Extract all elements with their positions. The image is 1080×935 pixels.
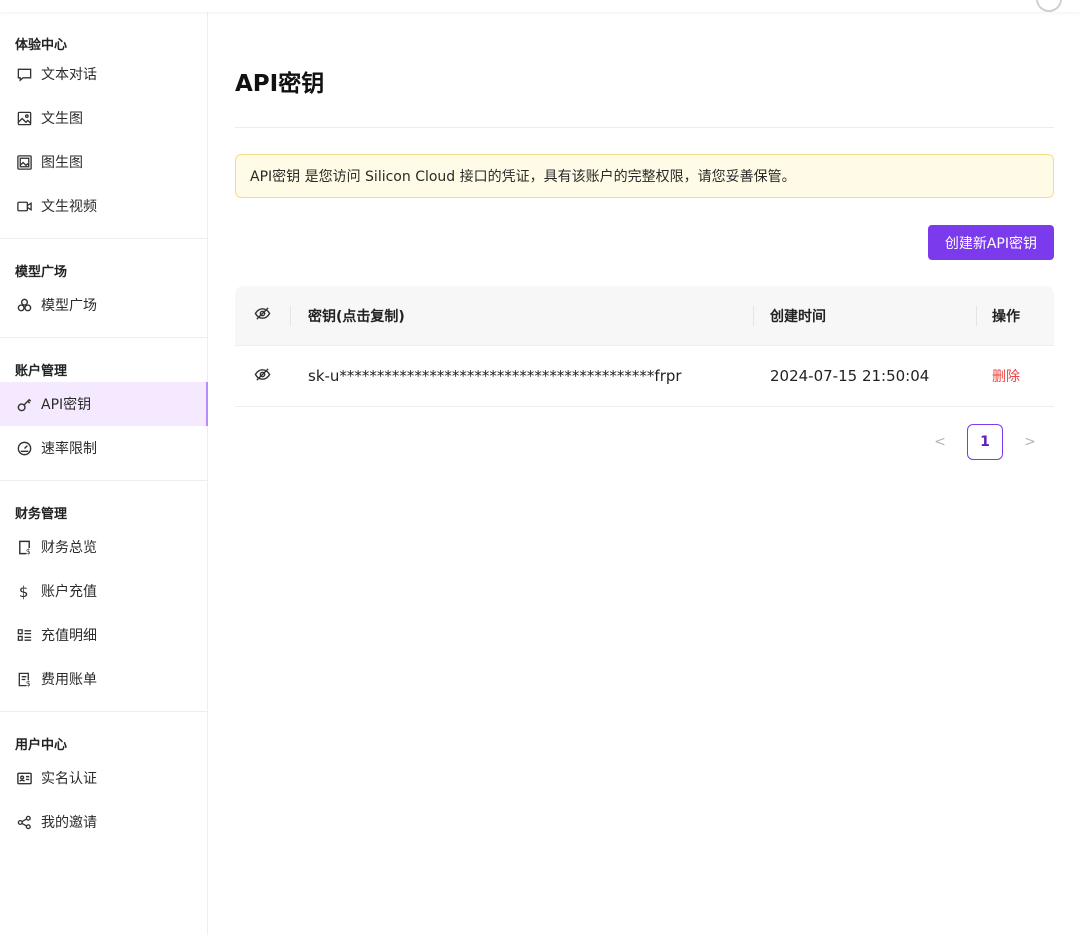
create-api-key-button[interactable]: 创建新API密钥	[927, 225, 1054, 260]
avatar[interactable]	[1036, 0, 1062, 12]
share-icon	[15, 813, 33, 831]
sidebar-item-label: 费用账单	[41, 672, 97, 688]
sidebar-item-label: 图生图	[41, 155, 83, 171]
sidebar-item-recharge[interactable]: $ 账户充值	[0, 569, 207, 613]
api-key-table: 密钥(点击复制) 创建时间 操作 sk-u*******************…	[235, 286, 1054, 407]
main-content: API密钥 API密钥 是您访问 Silicon Cloud 接口的凭证，具有该…	[235, 12, 1054, 460]
sidebar-item-model-square[interactable]: 模型广场	[0, 283, 207, 327]
sidebar-item-label: 文生图	[41, 111, 83, 127]
table-header: 密钥(点击复制) 创建时间 操作	[235, 286, 1054, 346]
billing-doc-icon: $	[15, 538, 33, 556]
toggle-key-visibility[interactable]	[235, 346, 290, 406]
sidebar-item-billing[interactable]: $ 费用账单	[0, 657, 207, 701]
header-key: 密钥(点击复制)	[290, 286, 753, 345]
delete-key-link[interactable]: 删除	[992, 366, 1020, 386]
page-number-button[interactable]: 1	[967, 424, 1003, 460]
sidebar-group-title: 财务管理	[15, 507, 68, 522]
sidebar-item-text-chat[interactable]: 文本对话	[0, 52, 207, 96]
sidebar-item-text-to-image[interactable]: 文生图	[0, 96, 207, 140]
api-key-value[interactable]: sk-u************************************…	[290, 346, 753, 406]
cubes-icon	[15, 296, 33, 314]
sidebar-item-label: 实名认证	[41, 771, 97, 787]
sidebar-group-title: 用户中心	[15, 738, 68, 753]
sidebar-item-real-name-auth[interactable]: 实名认证	[0, 756, 207, 800]
sidebar-item-recharge-details[interactable]: 充值明细	[0, 613, 207, 657]
header-created: 创建时间	[753, 286, 976, 345]
sidebar-group-title: 模型广场	[15, 265, 68, 280]
sidebar-item-label: API密钥	[41, 397, 92, 413]
created-time: 2024-07-15 21:50:04	[770, 367, 930, 385]
sidebar-item-finance-overview[interactable]: $ 财务总览	[0, 525, 207, 569]
table-row: sk-u************************************…	[235, 346, 1054, 407]
page-title: API密钥	[235, 71, 325, 97]
sidebar-item-label: 我的邀请	[41, 815, 97, 831]
toggle-all-visibility[interactable]	[235, 286, 290, 345]
sidebar-item-api-keys[interactable]: API密钥	[0, 382, 208, 426]
dollar-icon: $	[15, 582, 33, 600]
notice-banner: API密钥 是您访问 Silicon Cloud 接口的凭证，具有该账户的完整权…	[235, 154, 1054, 198]
top-bar	[0, 0, 1080, 12]
sidebar-item-my-invites[interactable]: 我的邀请	[0, 800, 207, 844]
svg-text:$: $	[25, 679, 30, 688]
prev-page-button[interactable]: <	[926, 428, 954, 456]
invoice-icon: $	[15, 670, 33, 688]
sidebar: 体验中心 文本对话 文生图 图生图 文生视频 模型广场 模型广场 账户管理 AP…	[0, 12, 208, 935]
notice-text: API密钥 是您访问 Silicon Cloud 接口的凭证，具有该账户的完整权…	[250, 169, 796, 185]
image-icon	[15, 109, 33, 127]
svg-text:$: $	[18, 583, 28, 600]
sidebar-item-label: 账户充值	[41, 584, 97, 600]
id-card-icon	[15, 769, 33, 787]
sidebar-item-label: 财务总览	[41, 540, 97, 556]
sidebar-item-rate-limit[interactable]: 速率限制	[0, 426, 207, 470]
sidebar-item-label: 充值明细	[41, 628, 97, 644]
gauge-icon	[15, 439, 33, 457]
svg-text:$: $	[25, 547, 30, 556]
sidebar-item-text-to-video[interactable]: 文生视频	[0, 184, 207, 228]
sidebar-group-title: 账户管理	[15, 364, 68, 379]
sidebar-item-label: 速率限制	[41, 441, 97, 457]
sidebar-item-image-to-image[interactable]: 图生图	[0, 140, 207, 184]
list-detail-icon	[15, 626, 33, 644]
sidebar-item-label: 模型广场	[41, 298, 97, 314]
chat-bubble-icon	[15, 65, 33, 83]
next-page-button[interactable]: >	[1016, 428, 1044, 456]
sidebar-item-label: 文生视频	[41, 199, 97, 215]
header-action: 操作	[976, 286, 1054, 345]
video-camera-icon	[15, 197, 33, 215]
eye-off-icon	[254, 305, 271, 326]
title-divider	[235, 127, 1054, 128]
sidebar-group-title: 体验中心	[15, 38, 68, 53]
image-to-image-icon	[15, 153, 33, 171]
eye-off-icon	[254, 366, 271, 387]
key-icon	[15, 395, 33, 413]
sidebar-item-label: 文本对话	[41, 67, 97, 83]
pagination: < 1 >	[235, 424, 1054, 460]
